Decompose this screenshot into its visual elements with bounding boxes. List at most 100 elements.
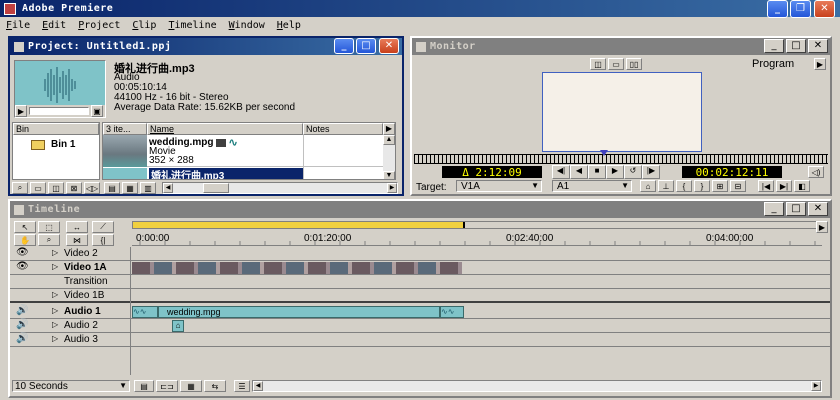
menu-timeline[interactable]: Timeline (162, 20, 222, 31)
volume-icon[interactable]: ◁) (808, 166, 824, 178)
project-maximize-button[interactable]: □ (356, 38, 376, 54)
zoom-tool-icon[interactable]: ⌕ (38, 234, 60, 246)
speaker-icon[interactable]: 🔊 (16, 333, 28, 344)
audio-clip-left[interactable]: ∿∿ (132, 306, 158, 318)
expand-triangle-icon[interactable]: ▷ (52, 334, 58, 343)
preview-scrub-bar[interactable] (29, 107, 89, 115)
project-minimize-button[interactable]: _ (334, 38, 354, 54)
timeline-ruler[interactable]: 0:00:00 0:01:20:00 0:02:40:00 0:04:00:00 (132, 230, 822, 246)
monitor-close-button[interactable]: ✕ (808, 39, 828, 53)
lift-icon[interactable]: ⌂ (640, 180, 656, 192)
stop-button[interactable]: ■ (588, 165, 606, 179)
icon-view-icon[interactable]: ▤ (104, 182, 120, 194)
menu-help[interactable]: Help (271, 20, 307, 31)
video-clip[interactable] (132, 262, 462, 274)
monitor-menu-icon[interactable]: ◧ (794, 180, 810, 192)
step-forward-button[interactable]: |▶ (642, 165, 660, 179)
list-item[interactable]: 婚礼进行曲.mp3 Audio (103, 168, 383, 179)
columns-scroll-right[interactable]: ▶ (383, 123, 395, 135)
track-row[interactable]: 👁 ▷ Video 1A (10, 261, 830, 275)
expand-triangle-icon[interactable]: ▷ (52, 262, 58, 271)
track-row[interactable]: 👁 ▷ Video 2 (10, 247, 830, 261)
overlay-icon[interactable]: ⊞ (712, 180, 728, 192)
hand-tool-icon[interactable]: ✋ (14, 234, 36, 246)
expand-triangle-icon[interactable]: ▷ (52, 320, 58, 329)
toggle-bin-icon[interactable]: ◁▷ (84, 182, 100, 194)
menu-edit[interactable]: Edit (36, 20, 72, 31)
program-menu-button[interactable]: ▶ (814, 58, 826, 70)
mark-out-icon[interactable]: } (694, 180, 710, 192)
speaker-icon[interactable]: 🔊 (16, 305, 28, 316)
app-maximize-button[interactable]: ❐ (790, 0, 811, 18)
ruler-menu-button[interactable]: ▶ (816, 221, 828, 233)
preview-poster-button[interactable]: ▣ (91, 105, 103, 117)
notes-column-header[interactable]: Notes (303, 123, 383, 135)
track-row[interactable]: ▷ Video 1B (10, 289, 830, 303)
razor-tool-icon[interactable]: ⟋ (92, 221, 114, 233)
rewind-button[interactable]: ◀ (570, 165, 588, 179)
items-count-header[interactable]: 3 ite... (103, 123, 147, 135)
track-row[interactable]: 🔊 ▷ Audio 2 ⌂ (10, 319, 830, 333)
mark-in-icon[interactable]: { (676, 180, 692, 192)
new-bin-icon[interactable]: ▭ (30, 182, 46, 194)
single-view-icon[interactable]: ▭ (608, 58, 624, 70)
list-item[interactable]: wedding.mpg ∿ Movie 352 × 288 (103, 135, 383, 179)
monitor-minimize-button[interactable]: _ (764, 39, 784, 53)
expand-triangle-icon[interactable]: ▷ (52, 290, 58, 299)
eye-icon[interactable]: 👁 (16, 261, 29, 272)
timeline-close-button[interactable]: ✕ (808, 202, 828, 216)
playhead-marker[interactable] (600, 150, 608, 156)
thumbnail-view-icon[interactable]: ▦ (122, 182, 138, 194)
delete-icon[interactable]: ⊠ (66, 182, 82, 194)
work-area-range[interactable] (133, 222, 465, 228)
range-select-tool-icon[interactable]: ⬚ (38, 221, 60, 233)
expand-triangle-icon[interactable]: ▷ (52, 248, 58, 257)
go-to-in-icon[interactable]: |◀ (758, 180, 774, 192)
selection-tool-icon[interactable]: ↖ (14, 221, 36, 233)
duration-timecode[interactable]: Δ 2:12:09 (442, 166, 542, 179)
menu-clip[interactable]: Clip (126, 20, 162, 31)
timeline-maximize-button[interactable]: □ (786, 202, 806, 216)
toggle-snap-icon[interactable]: ⊏⊐ (156, 380, 178, 392)
in-out-tool-icon[interactable]: {| (92, 234, 114, 246)
track-row[interactable]: Transition (10, 275, 830, 289)
work-area-bar[interactable] (132, 221, 822, 229)
cross-fade-tool-icon[interactable]: ⋈ (66, 234, 88, 246)
track-row[interactable]: 🔊 ▷ Audio 1 ∿∿ wedding.mpg ∿∿ (10, 305, 830, 319)
monitor-maximize-button[interactable]: □ (786, 39, 806, 53)
loop-button[interactable]: ↺ (624, 165, 642, 179)
create-item-icon[interactable]: ◫ (48, 182, 64, 194)
go-to-out-icon[interactable]: ▶| (776, 180, 792, 192)
horizontal-scrollbar[interactable]: ◀ ▶ (162, 182, 398, 194)
menu-file[interactable]: File (0, 20, 36, 31)
toggle-shift-icon[interactable]: ☰ (234, 380, 250, 392)
target-video-select[interactable]: V1A ▼ (456, 180, 542, 192)
menu-project[interactable]: Project (72, 20, 126, 31)
audio-clip-main[interactable]: wedding.mpg (158, 306, 440, 318)
track-row[interactable]: 🔊 ▷ Audio 3 (10, 333, 830, 347)
vertical-scrollbar[interactable]: ▲ ▼ (383, 135, 395, 179)
target-audio-select[interactable]: A1 ▼ (552, 180, 632, 192)
eye-icon[interactable]: 👁 (16, 247, 29, 258)
ripple-edit-tool-icon[interactable]: ↔ (66, 221, 88, 233)
step-back-button[interactable]: ◀| (552, 165, 570, 179)
timeline-minimize-button[interactable]: _ (764, 202, 784, 216)
extract-icon[interactable]: ⊥ (658, 180, 674, 192)
menu-window[interactable]: Window (223, 20, 271, 31)
trim-view-icon[interactable]: ▯▯ (626, 58, 642, 70)
scrub-ruler[interactable] (414, 154, 828, 164)
dual-view-icon[interactable]: ◫ (590, 58, 606, 70)
play-button[interactable]: ▶ (606, 165, 624, 179)
app-minimize-button[interactable]: _ (767, 0, 788, 18)
expand-triangle-icon[interactable]: ▷ (52, 306, 58, 315)
project-close-button[interactable]: ✕ (379, 38, 399, 54)
timeline-horizontal-scrollbar[interactable]: ◀ ▶ (252, 380, 822, 392)
speaker-icon[interactable]: 🔊 (16, 319, 28, 330)
find-icon[interactable]: ⌕ (12, 182, 28, 194)
app-close-button[interactable]: ✕ (814, 0, 835, 18)
list-view-icon[interactable]: ▥ (140, 182, 156, 194)
zoom-select[interactable]: 10 Seconds ▼ (12, 380, 130, 392)
insert-icon[interactable]: ⊟ (730, 180, 746, 192)
bin-item-bin1[interactable]: Bin 1 (31, 139, 75, 150)
track-options-icon[interactable]: ▤ (134, 380, 154, 392)
